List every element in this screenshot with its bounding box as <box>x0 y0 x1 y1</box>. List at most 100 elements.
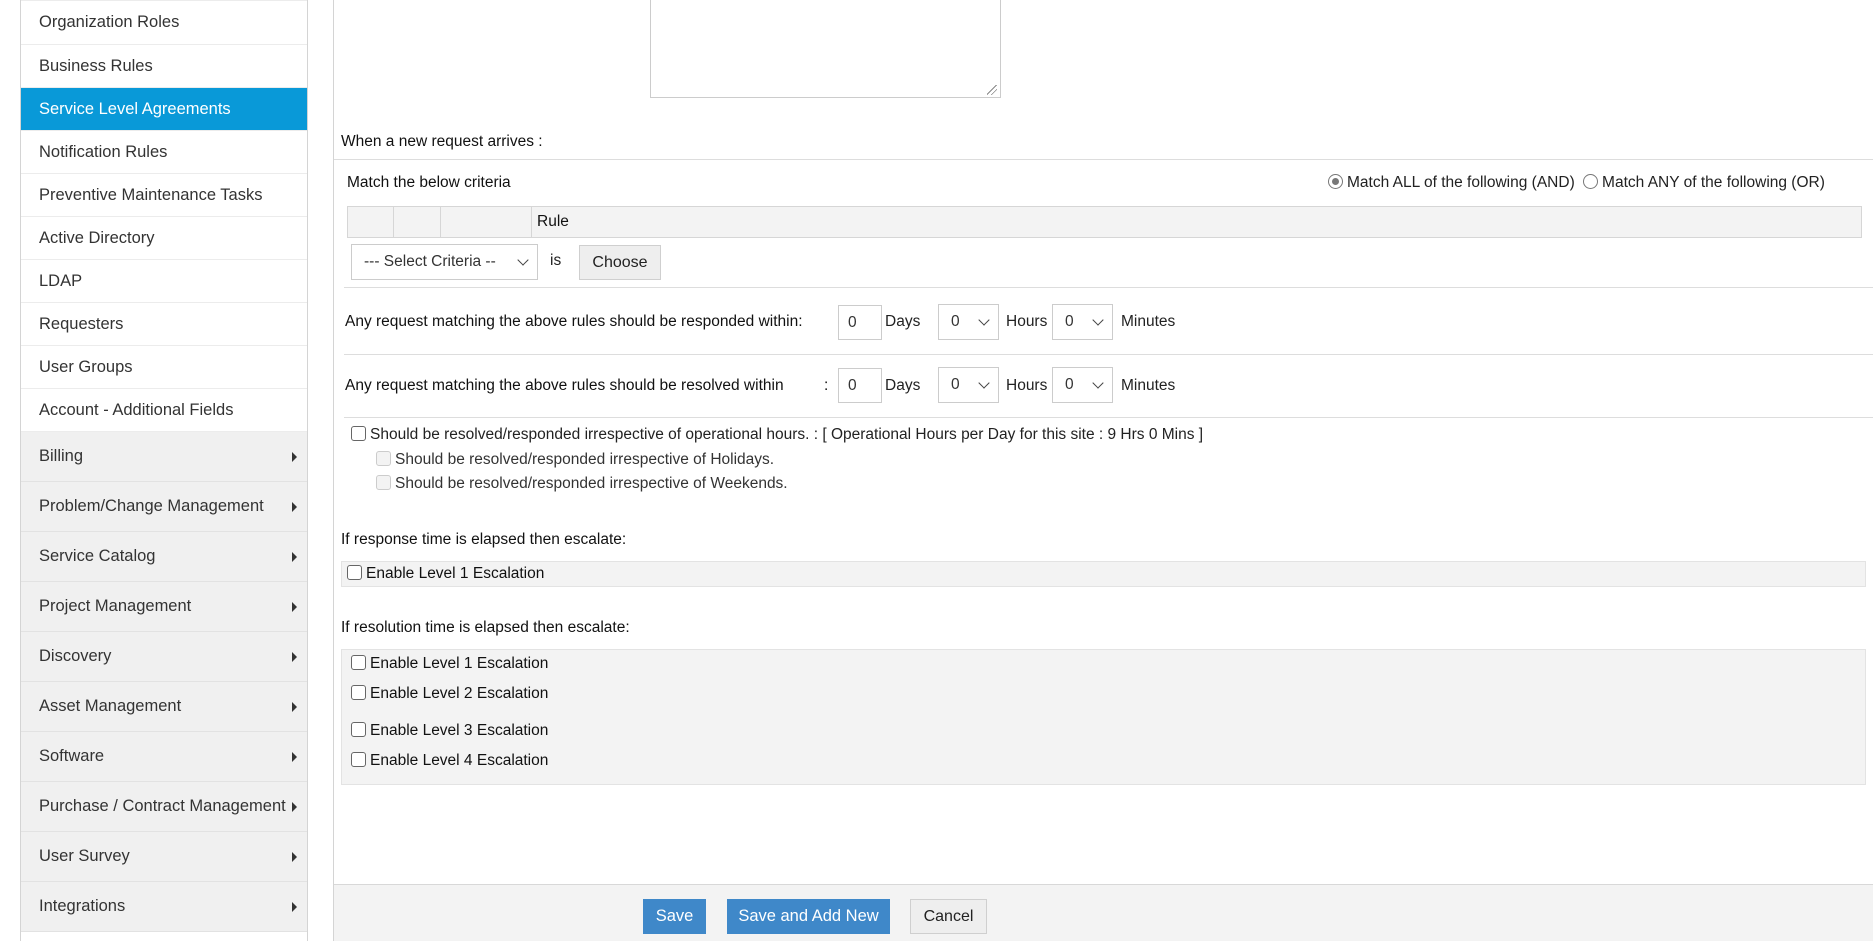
resolution-escalation-box <box>341 649 1866 785</box>
rule-header-cell <box>348 207 394 237</box>
sidebar-item-label: Business Rules <box>39 56 153 75</box>
sidebar-item-account-additional-fields[interactable]: Account - Additional Fields <box>21 389 307 432</box>
resolution-escalation-level-3-label: Enable Level 3 Escalation <box>370 722 549 739</box>
sidebar-group-service-catalog[interactable]: Service Catalog <box>21 532 307 582</box>
resolution-minutes-select[interactable]: 0 <box>1052 367 1113 403</box>
holidays-option: Should be resolved/responded irrespectiv… <box>376 451 774 469</box>
description-textarea[interactable] <box>650 0 1001 98</box>
save-and-add-new-button[interactable]: Save and Add New <box>727 899 890 934</box>
resolution-escalation-level-3-checkbox[interactable] <box>351 722 366 737</box>
match-all-option[interactable]: Match ALL of the following (AND) <box>1328 174 1575 191</box>
sidebar-item-requesters[interactable]: Requesters <box>21 303 307 346</box>
response-escalation-level-1-checkbox[interactable] <box>347 565 362 580</box>
response-time-label: Any request matching the above rules sho… <box>345 313 803 330</box>
select-criteria-value: --- Select Criteria -- <box>364 253 496 270</box>
sidebar-group-integrations[interactable]: Integrations <box>21 882 307 932</box>
sla-form: When a new request arrives : Match the b… <box>333 0 1873 941</box>
resolution-escalation-level-4-checkbox[interactable] <box>351 752 366 767</box>
operational-hours-option[interactable]: Should be resolved/responded irrespectiv… <box>351 426 1203 444</box>
sidebar-item-label: Notification Rules <box>39 142 168 161</box>
sidebar-group-problem-change-management[interactable]: Problem/Change Management <box>21 482 307 532</box>
sidebar-item-active-directory[interactable]: Active Directory <box>21 217 307 260</box>
sidebar-group-billing[interactable]: Billing <box>21 432 307 482</box>
response-minutes-select[interactable]: 0 <box>1052 304 1113 340</box>
weekends-label: Should be resolved/responded irrespectiv… <box>395 475 788 492</box>
caret-right-icon <box>292 651 297 662</box>
match-any-label: Match ANY of the following (OR) <box>1602 174 1825 191</box>
resolution-escalation-level-1-label: Enable Level 1 Escalation <box>370 655 549 672</box>
response-minutes-unit: Minutes <box>1121 313 1176 330</box>
cancel-button[interactable]: Cancel <box>910 899 987 934</box>
resolution-escalation-title: If resolution time is elapsed then escal… <box>341 619 630 636</box>
sidebar-item-ldap[interactable]: LDAP <box>21 260 307 303</box>
caret-right-icon <box>292 451 297 462</box>
caret-right-icon <box>292 751 297 762</box>
select-criteria-dropdown[interactable]: --- Select Criteria -- <box>351 244 538 280</box>
sidebar-item-preventive-maintenance-tasks[interactable]: Preventive Maintenance Tasks <box>21 174 307 217</box>
resolution-escalation-level-4-label: Enable Level 4 Escalation <box>370 752 549 769</box>
sidebar-group-label: Service Catalog <box>39 547 156 565</box>
rule-table-header: Rule <box>347 206 1862 238</box>
chevron-down-icon <box>1092 377 1104 389</box>
form-footer: Save Save and Add New Cancel <box>334 884 1873 941</box>
chevron-down-icon <box>978 314 990 326</box>
sidebar-item-notification-rules[interactable]: Notification Rules <box>21 131 307 174</box>
response-minutes-value: 0 <box>1065 313 1074 330</box>
choose-button[interactable]: Choose <box>579 245 661 280</box>
resolution-escalation-level-2[interactable]: Enable Level 2 Escalation <box>351 685 548 703</box>
sidebar-item-business-rules[interactable]: Business Rules <box>21 45 307 88</box>
resolution-escalation-level-1[interactable]: Enable Level 1 Escalation <box>351 655 548 673</box>
sidebar-group-label: Integrations <box>39 897 126 915</box>
divider <box>344 354 1873 355</box>
sidebar-item-organization-roles[interactable]: Organization Roles <box>21 0 307 45</box>
caret-right-icon <box>292 701 297 712</box>
resolution-days-input[interactable]: 0 <box>838 368 882 403</box>
save-button[interactable]: Save <box>643 899 706 934</box>
rule-header-cell <box>441 207 532 237</box>
match-any-radio[interactable] <box>1583 174 1599 189</box>
resolution-escalation-level-1-checkbox[interactable] <box>351 655 366 670</box>
chevron-down-icon <box>978 377 990 389</box>
sidebar: Organization Roles Business Rules Servic… <box>20 0 308 941</box>
caret-right-icon <box>292 501 297 512</box>
resolution-minutes-value: 0 <box>1065 376 1074 393</box>
resolution-escalation-level-2-checkbox[interactable] <box>351 685 366 700</box>
response-hours-unit: Hours <box>1006 313 1048 330</box>
match-any-option[interactable]: Match ANY of the following (OR) <box>1583 174 1825 191</box>
resize-handle-icon[interactable] <box>987 85 997 95</box>
resolution-escalation-level-3[interactable]: Enable Level 3 Escalation <box>351 722 548 740</box>
caret-right-icon <box>292 551 297 562</box>
sidebar-group-label: Purchase / Contract Management <box>39 797 286 815</box>
response-days-unit: Days <box>885 313 921 330</box>
sidebar-item-label: Preventive Maintenance Tasks <box>39 185 263 204</box>
caret-right-icon <box>292 851 297 862</box>
caret-right-icon <box>292 801 297 812</box>
sidebar-group-user-survey[interactable]: User Survey <box>21 832 307 882</box>
sidebar-group-project-management[interactable]: Project Management <box>21 582 307 632</box>
sidebar-group-label: Asset Management <box>39 697 182 715</box>
response-days-input[interactable]: 0 <box>838 305 882 340</box>
sidebar-group-software[interactable]: Software <box>21 732 307 782</box>
response-hours-select[interactable]: 0 <box>938 304 999 340</box>
resolution-days-unit: Days <box>885 377 921 394</box>
chevron-down-icon <box>517 254 529 266</box>
sidebar-item-label: User Groups <box>39 357 133 376</box>
operational-hours-checkbox[interactable] <box>351 426 366 441</box>
resolution-hours-select[interactable]: 0 <box>938 367 999 403</box>
match-all-label: Match ALL of the following (AND) <box>1347 174 1575 191</box>
resolution-hours-unit: Hours <box>1006 377 1048 394</box>
sidebar-item-user-groups[interactable]: User Groups <box>21 346 307 389</box>
sidebar-item-service-level-agreements[interactable]: Service Level Agreements <box>21 88 307 131</box>
sidebar-group-purchase-contract-management[interactable]: Purchase / Contract Management <box>21 782 307 832</box>
match-all-radio[interactable] <box>1328 174 1343 189</box>
operational-hours-label: Should be resolved/responded irrespectiv… <box>370 426 1204 443</box>
resolution-escalation-level-4[interactable]: Enable Level 4 Escalation <box>351 752 548 770</box>
sidebar-group-asset-management[interactable]: Asset Management <box>21 682 307 732</box>
resolution-escalation-level-2-label: Enable Level 2 Escalation <box>370 685 549 702</box>
weekends-option: Should be resolved/responded irrespectiv… <box>376 475 788 493</box>
response-escalation-level-1[interactable]: Enable Level 1 Escalation <box>347 565 544 583</box>
weekends-checkbox <box>376 475 391 490</box>
divider <box>334 159 1873 160</box>
sidebar-group-discovery[interactable]: Discovery <box>21 632 307 682</box>
sidebar-item-label: Active Directory <box>39 228 155 247</box>
